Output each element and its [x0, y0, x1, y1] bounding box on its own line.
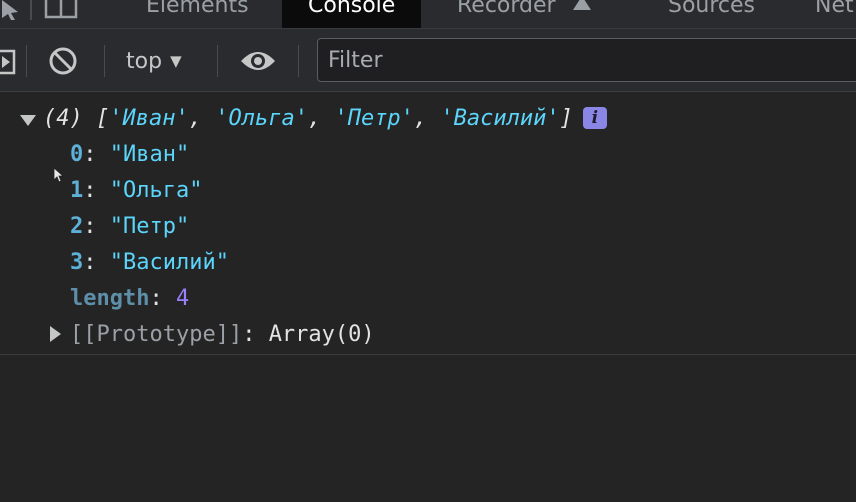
entry-colon: :: [83, 178, 110, 203]
context-selector-label: top: [126, 49, 163, 74]
open-bracket: [: [96, 106, 110, 131]
tab-recorder-label: Recorder: [457, 0, 556, 18]
sidebar-toggle-icon[interactable]: [0, 49, 18, 79]
context-selector[interactable]: top ▼: [126, 46, 182, 76]
summary-separator: ,: [413, 106, 441, 131]
entry-key: 1: [70, 178, 84, 203]
toolbar-separator: [217, 45, 218, 77]
entry-colon: :: [83, 214, 110, 239]
toolbar-separator: [26, 45, 27, 77]
summary-separator: ,: [307, 106, 335, 131]
console-divider: [0, 354, 856, 355]
array-entry: 0: "Иван": [70, 140, 189, 170]
summary-item: 'Ольга': [215, 106, 308, 131]
tab-recorder[interactable]: Recorder: [457, 0, 593, 28]
tab-console[interactable]: Console: [282, 0, 422, 28]
array-entry: 1: "Ольга": [70, 176, 202, 206]
length-key: length: [70, 286, 150, 311]
prototype-entry[interactable]: [[Prototype]]: Array(0): [70, 320, 375, 350]
entry-colon: :: [83, 142, 110, 167]
console-toolbar: top ▼: [0, 29, 856, 92]
length-value: 4: [175, 286, 190, 311]
entry-value: "Петр": [109, 214, 190, 239]
devtools-tab-bar: Elements Console Recorder Sources Net: [0, 0, 856, 29]
entry-value: "Василий": [109, 250, 229, 275]
entry-colon: :: [83, 250, 110, 275]
chevron-down-icon: ▼: [170, 52, 182, 70]
entry-key: 3: [70, 250, 84, 275]
devtools-window: Elements Console Recorder Sources Net to…: [0, 0, 856, 502]
entry-value: "Иван": [109, 142, 190, 167]
entry-colon: :: [149, 286, 176, 311]
length-entry: length: 4: [70, 284, 189, 314]
entry-value: "Ольга": [109, 178, 203, 203]
device-toolbar-icon[interactable]: [44, 0, 78, 24]
prototype-value: Array(0): [268, 322, 375, 347]
mouse-cursor-icon: [53, 167, 65, 187]
inspect-icon[interactable]: [0, 0, 22, 24]
expand-arrow-icon[interactable]: [50, 326, 61, 342]
prototype-key: [[Prototype]]: [70, 322, 243, 347]
tab-elements[interactable]: Elements: [146, 0, 249, 28]
filter-input[interactable]: [317, 38, 856, 82]
recorder-icon: [572, 0, 591, 10]
toolbar-separator: [298, 45, 299, 77]
console-output: (4) ['Иван', 'Ольга', 'Петр', 'Василий']…: [0, 92, 856, 502]
summary-item: 'Василий': [440, 106, 560, 131]
close-bracket: ]: [559, 106, 573, 131]
array-entry: 2: "Петр": [70, 212, 189, 242]
clear-console-icon[interactable]: [48, 46, 78, 80]
toolbar-separator: [104, 45, 105, 77]
info-icon[interactable]: i: [582, 107, 607, 129]
entry-key: 2: [70, 214, 84, 239]
entry-key: 0: [70, 142, 84, 167]
tab-network[interactable]: Net: [815, 0, 854, 28]
entry-colon: :: [242, 322, 269, 347]
sidebar-icon: [30, 0, 32, 24]
array-count: (4): [43, 106, 83, 131]
summary-separator: ,: [188, 106, 216, 131]
collapse-arrow-icon[interactable]: [20, 115, 36, 126]
tab-sources[interactable]: Sources: [668, 0, 755, 28]
summary-item: 'Иван': [109, 106, 189, 131]
array-entry: 3: "Василий": [70, 248, 229, 278]
eye-icon[interactable]: [239, 49, 277, 77]
summary-item: 'Петр': [334, 106, 414, 131]
array-summary[interactable]: (4) ['Иван', 'Ольга', 'Петр', 'Василий']…: [43, 104, 607, 134]
